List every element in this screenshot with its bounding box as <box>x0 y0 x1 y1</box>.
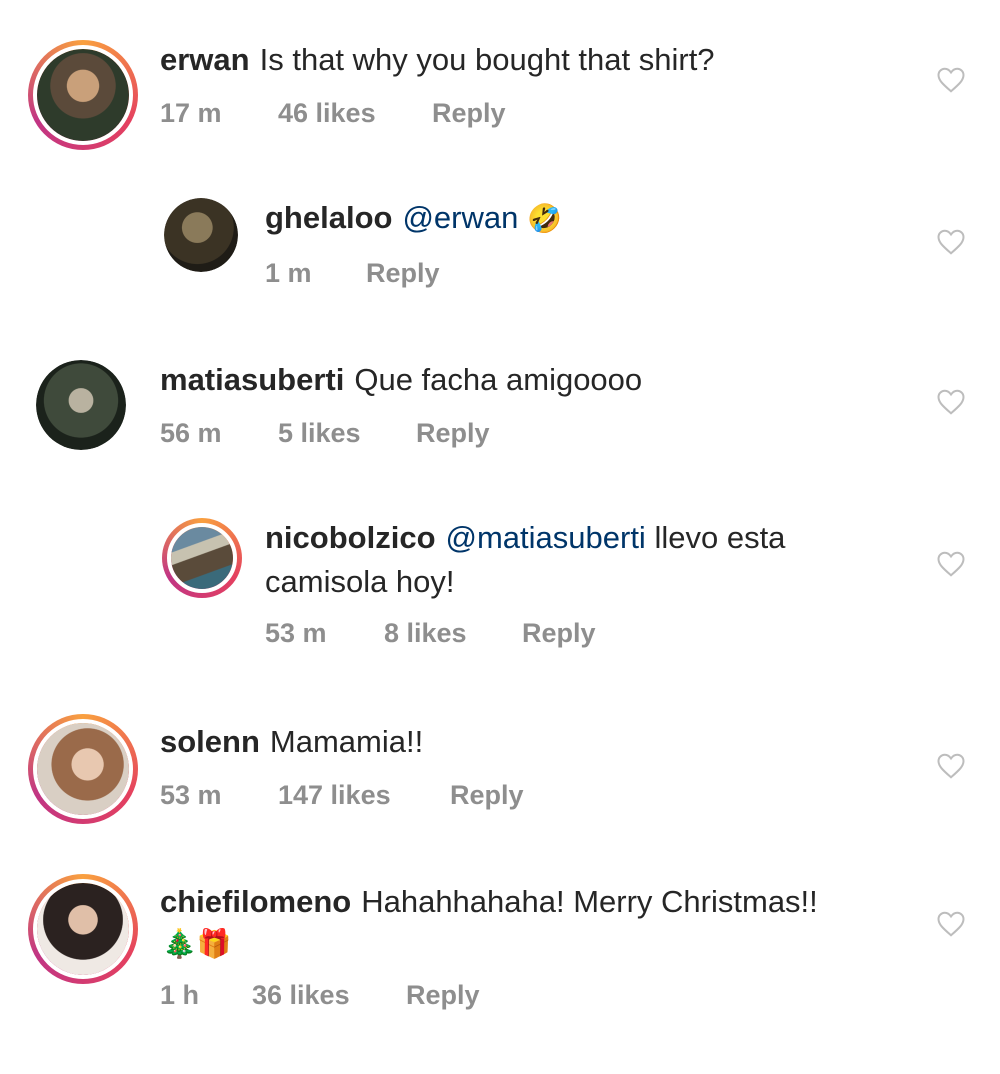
avatar[interactable] <box>28 874 138 984</box>
mention-link[interactable]: @erwan <box>402 200 518 235</box>
heart-outline-icon[interactable] <box>936 550 966 578</box>
reply-button[interactable]: Reply <box>450 780 524 811</box>
heart-outline-icon[interactable] <box>936 228 966 256</box>
emoji: 🎄🎁 <box>162 928 232 959</box>
likes-count[interactable]: 36 likes <box>252 980 350 1011</box>
comment-text: erwan Is that why you bought that shirt? <box>160 40 715 80</box>
comment-body: Mamamia!! <box>269 724 424 759</box>
timestamp: 53 m <box>160 780 222 810</box>
emoji: 🤣 <box>526 203 562 234</box>
comment-text: nicobolzico @matiasuberti llevo esta <box>265 518 785 558</box>
avatar[interactable] <box>164 198 238 272</box>
reply-button[interactable]: Reply <box>406 980 480 1011</box>
avatar[interactable] <box>162 518 242 598</box>
comment-body: Que facha amigoooo <box>354 362 643 397</box>
username[interactable]: erwan <box>160 42 250 77</box>
likes-count[interactable]: 5 likes <box>278 418 361 449</box>
likes-count[interactable]: 8 likes <box>384 618 467 649</box>
comment-text: ghelaloo @erwan 🤣 <box>265 198 562 239</box>
comment-body: Hahahhahaha! Merry Christmas!! <box>361 884 818 919</box>
reply-button[interactable]: Reply <box>522 618 596 649</box>
comment-text: solenn Mamamia!! <box>160 722 423 762</box>
reply-button[interactable]: Reply <box>366 258 440 289</box>
heart-outline-icon[interactable] <box>936 752 966 780</box>
heart-outline-icon[interactable] <box>936 910 966 938</box>
comment-text: chiefilomeno Hahahhahaha! Merry Christmas… <box>160 882 818 922</box>
comment-text: matiasuberti Que facha amigoooo <box>160 360 642 400</box>
username[interactable]: ghelaloo <box>265 200 392 235</box>
timestamp: 1 m <box>265 258 312 288</box>
likes-count[interactable]: 147 likes <box>278 780 391 811</box>
username[interactable]: chiefilomeno <box>160 884 351 919</box>
avatar[interactable] <box>36 360 126 450</box>
timestamp: 17 m <box>160 98 222 128</box>
avatar[interactable] <box>28 714 138 824</box>
avatar[interactable] <box>28 40 138 150</box>
mention-link[interactable]: @matiasuberti <box>446 520 646 555</box>
likes-count[interactable]: 46 likes <box>278 98 376 129</box>
username[interactable]: nicobolzico <box>265 520 436 555</box>
reply-button[interactable]: Reply <box>416 418 490 449</box>
comment-text-line2: camisola hoy! <box>265 564 455 599</box>
username[interactable]: matiasuberti <box>160 362 344 397</box>
heart-outline-icon[interactable] <box>936 66 966 94</box>
reply-button[interactable]: Reply <box>432 98 506 129</box>
timestamp: 56 m <box>160 418 222 448</box>
heart-outline-icon[interactable] <box>936 388 966 416</box>
username[interactable]: solenn <box>160 724 260 759</box>
timestamp: 1 h <box>160 980 200 1010</box>
comment-body: llevo esta <box>654 520 786 555</box>
timestamp: 53 m <box>265 618 327 648</box>
comment-body: Is that why you bought that shirt? <box>259 42 715 77</box>
